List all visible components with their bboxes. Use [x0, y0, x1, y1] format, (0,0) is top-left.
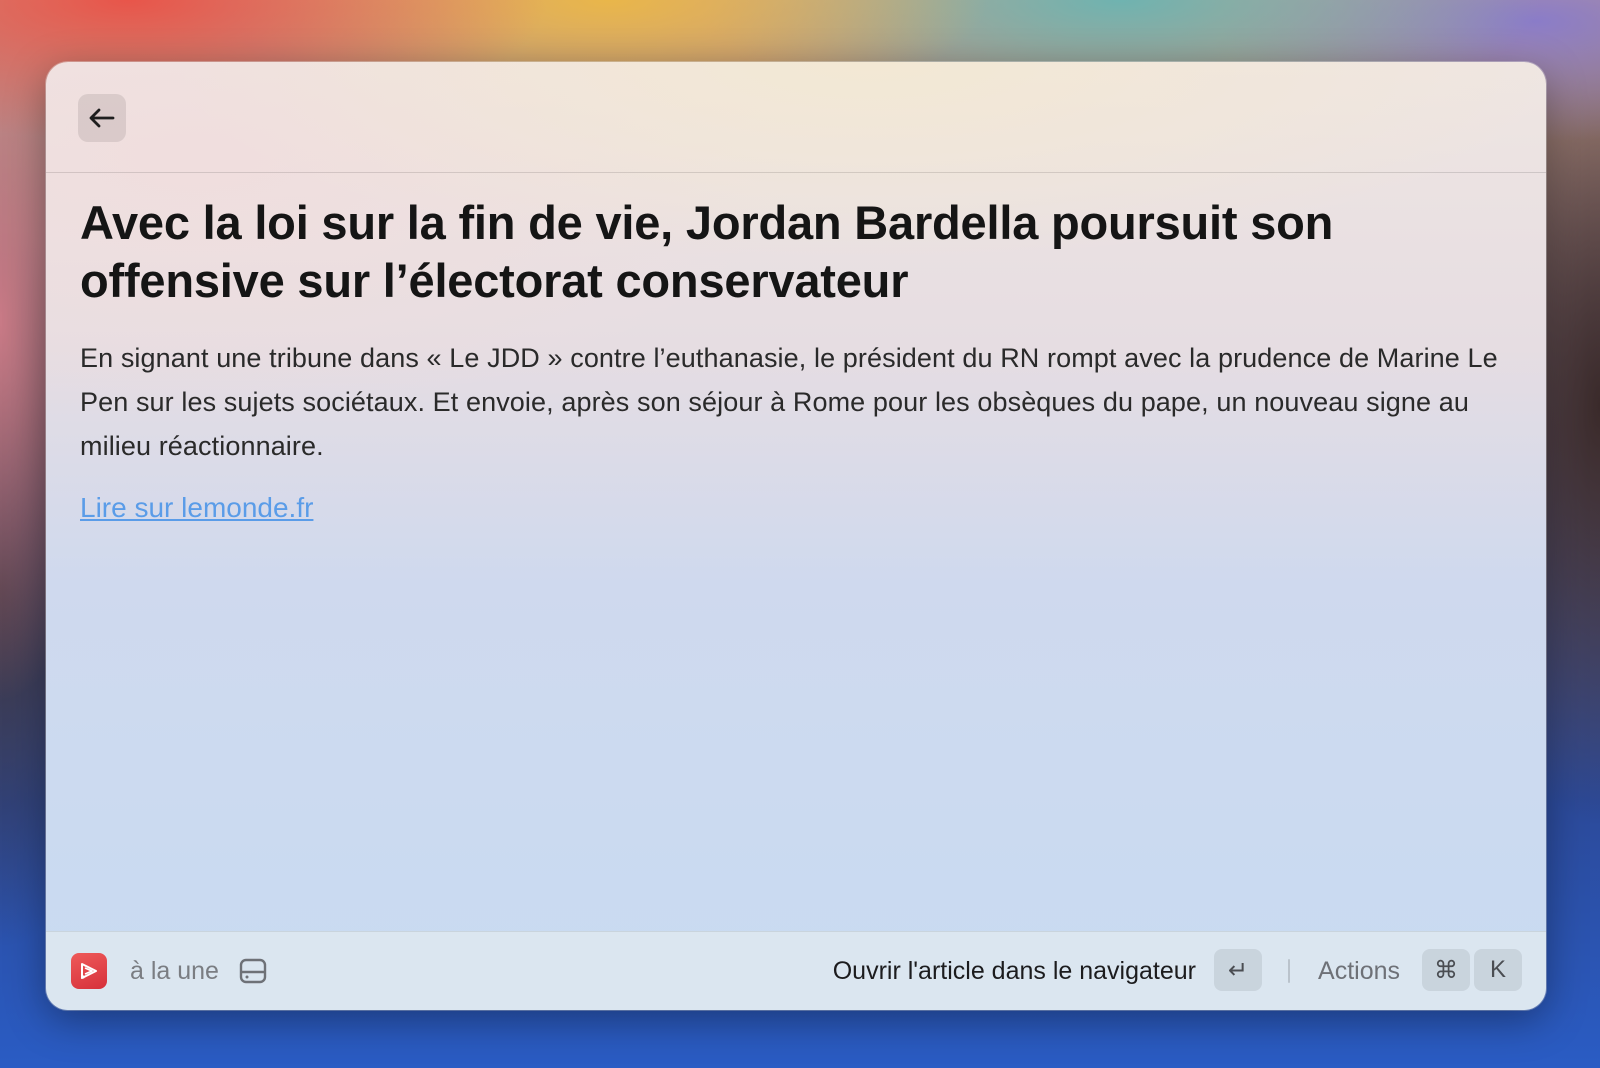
divider	[1288, 959, 1290, 983]
actions-button[interactable]: Actions	[1318, 956, 1400, 986]
extension-window: Avec la loi sur la fin de vie, Jordan Ba…	[46, 62, 1546, 1010]
news-app-icon	[71, 953, 107, 989]
app-glyph-icon	[81, 963, 97, 979]
arrow-left-icon	[89, 108, 115, 128]
read-on-site-link[interactable]: Lire sur lemonde.fr	[80, 490, 313, 526]
enter-key-icon: ↵	[1214, 949, 1262, 991]
top-bar	[46, 62, 1546, 173]
source-label: à la une	[130, 957, 219, 985]
command-key-icon: ⌘	[1422, 949, 1470, 991]
article-summary: En signant une tribune dans « Le JDD » c…	[80, 343, 1498, 461]
open-in-browser-button[interactable]: Ouvrir l'article dans le navigateur	[833, 956, 1196, 986]
tray-icon[interactable]	[238, 956, 268, 986]
article-title: Avec la loi sur la fin de vie, Jordan Ba…	[80, 196, 1334, 307]
back-button[interactable]	[78, 94, 126, 142]
action-bar: à la une Ouvrir l'article dans le naviga…	[46, 931, 1546, 1010]
article-content: Avec la loi sur la fin de vie, Jordan Ba…	[80, 194, 1512, 526]
k-key: K	[1474, 949, 1522, 991]
